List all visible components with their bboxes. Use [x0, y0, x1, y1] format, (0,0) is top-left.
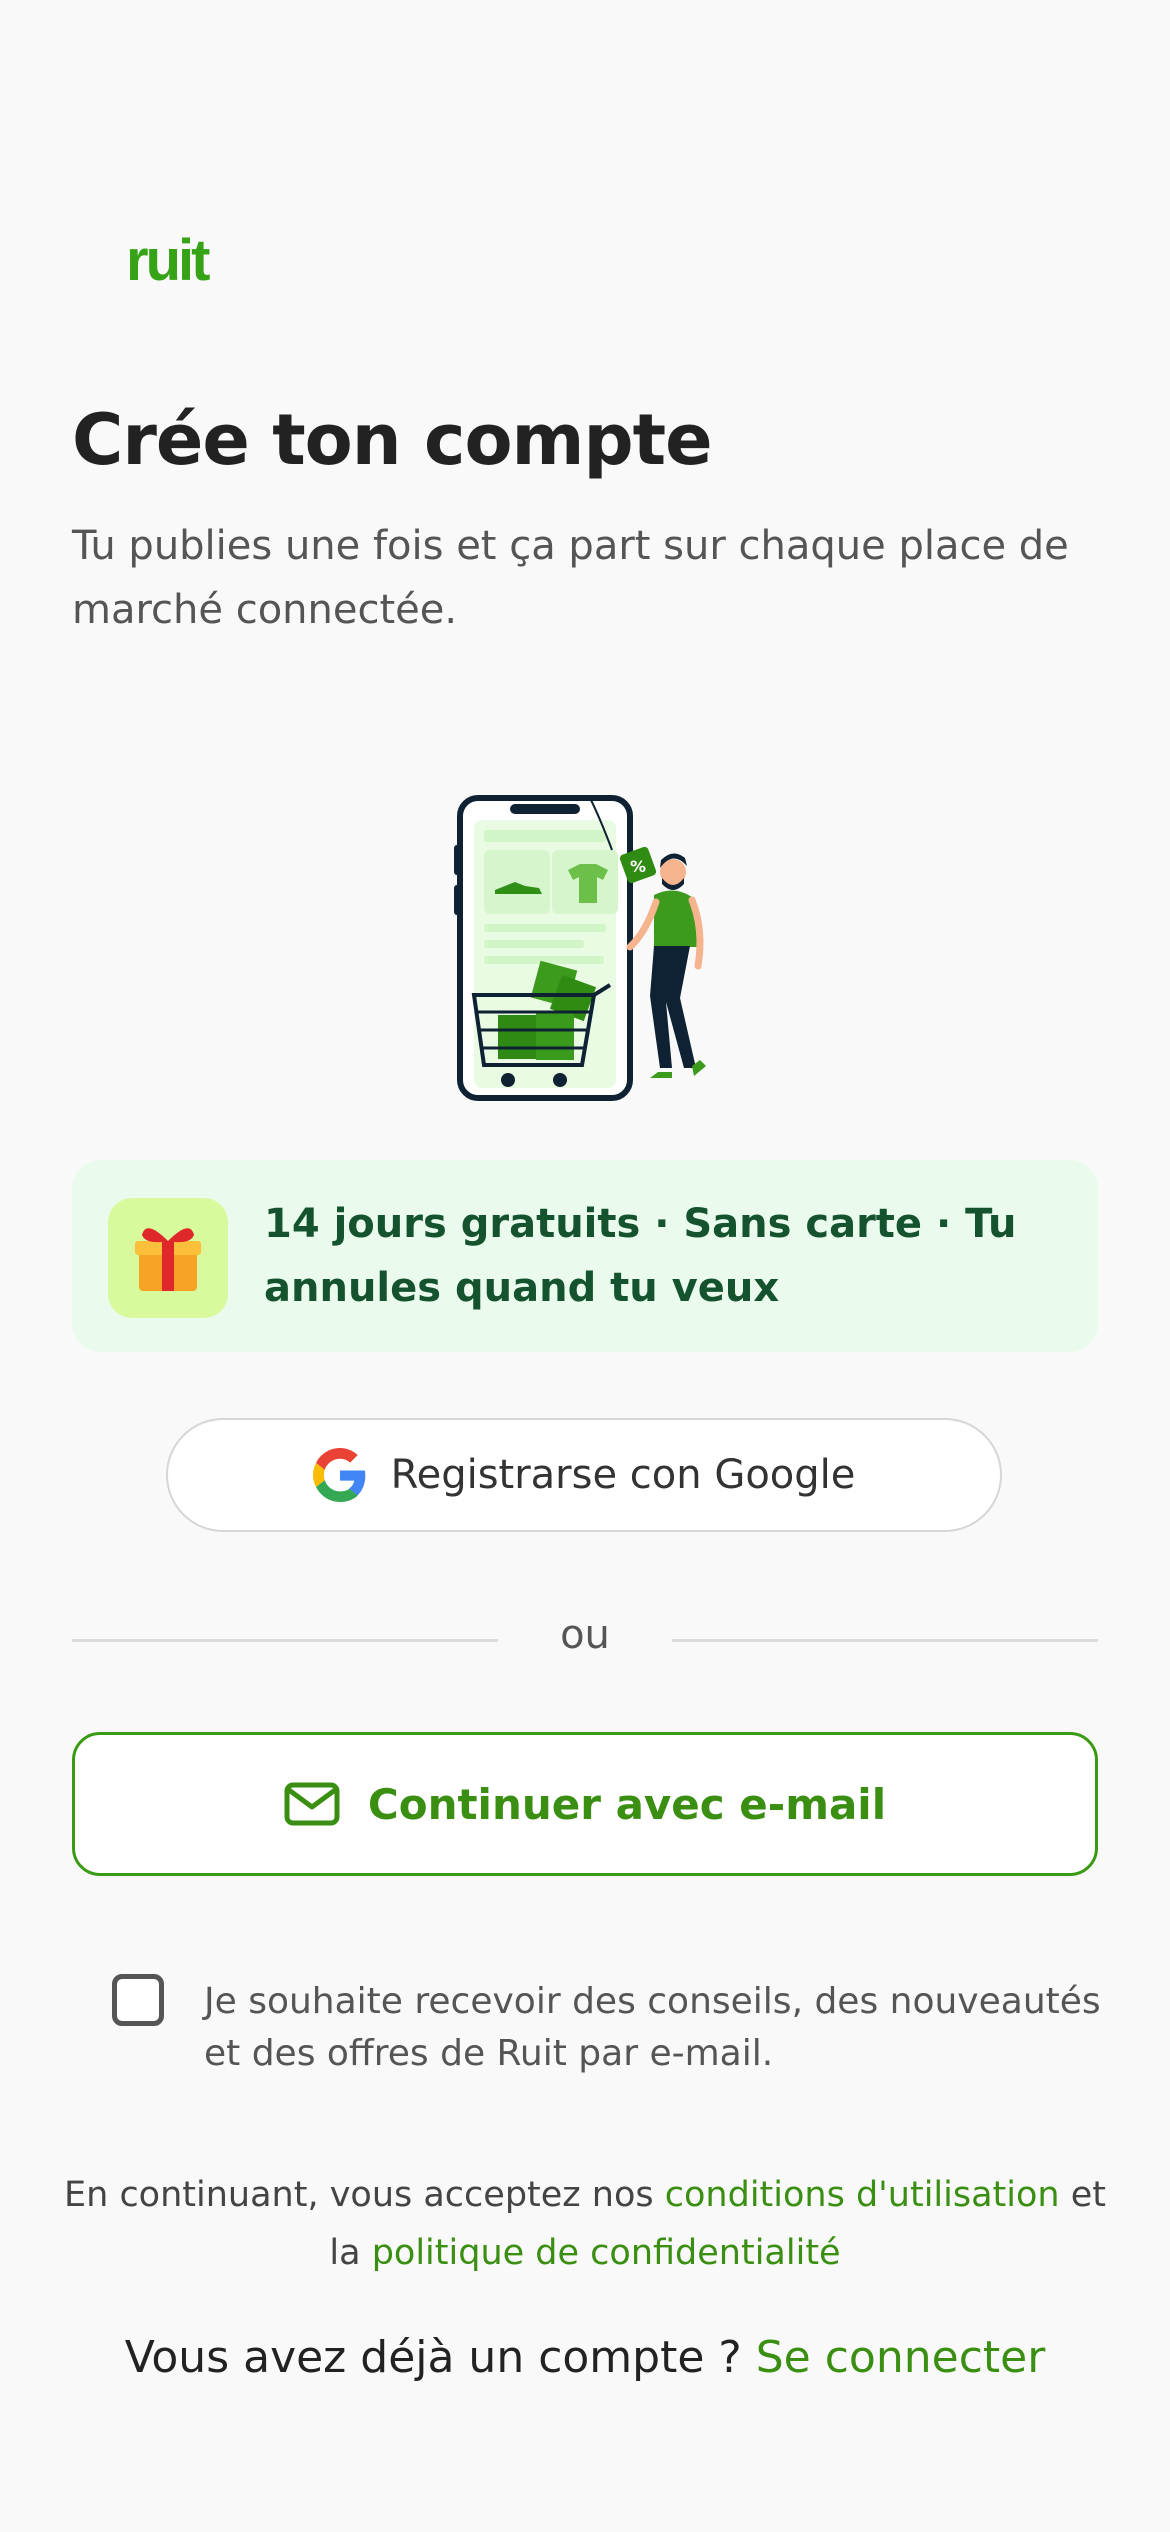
page-subtitle: Tu publies une fois et ça part sur chaqu… [72, 523, 1069, 633]
newsletter-label: Je souhaite recevoir des conseils, des n… [204, 1981, 1101, 2074]
free-trial-banner: 14 jours gratuits · Sans carte · Tu annu… [72, 1160, 1098, 1352]
divider-label: ou [560, 1612, 610, 1658]
login-link[interactable]: Se connecter [756, 2332, 1046, 2383]
google-signup-label: Registrarse con Google [390, 1452, 856, 1498]
terms-link[interactable]: conditions d'utilisation [665, 2175, 1060, 2215]
free-trial-text: 14 jours gratuits · Sans carte · Tu annu… [264, 1201, 1017, 1311]
mail-icon [284, 1782, 340, 1826]
privacy-link[interactable]: politique de confidentialité [372, 2233, 841, 2273]
price-tag-text: % [630, 857, 646, 876]
divider-right [672, 1639, 1098, 1642]
divider-left [72, 1639, 498, 1642]
gift-icon [108, 1198, 228, 1318]
continue-email-button[interactable]: Continuer avec e-mail [72, 1732, 1098, 1876]
newsletter-checkbox[interactable] [112, 1974, 164, 2026]
google-signup-button[interactable]: Registrarse con Google [166, 1418, 1002, 1532]
continue-email-label: Continuer avec e-mail [367, 1779, 887, 1829]
terms-prefix: En continuant, vous acceptez nos [64, 2175, 665, 2215]
terms-notice: En continuant, vous acceptez nos conditi… [60, 2166, 1110, 2282]
google-icon [312, 1448, 365, 1502]
app-logo: ruit [126, 228, 210, 293]
login-prompt-text: Vous avez déjà un compte ? [124, 2332, 756, 2383]
login-prompt: Vous avez déjà un compte ? Se connecter [60, 2326, 1110, 2390]
shopping-phone-illustration: % [454, 795, 706, 1101]
page-title: Crée ton compte [72, 399, 713, 481]
